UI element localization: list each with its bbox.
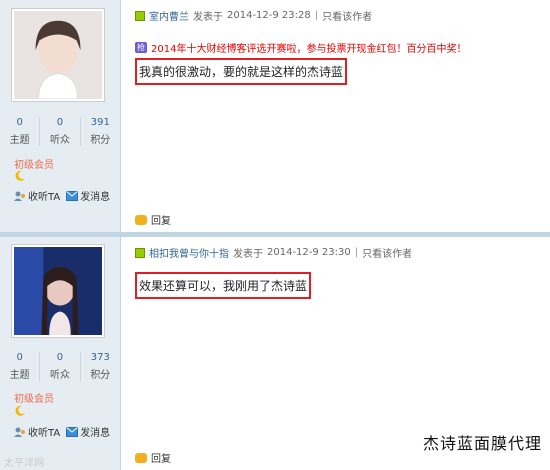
stat-value: 0 [16,117,23,128]
separator: | [354,247,359,258]
view-author-only-link[interactable]: 只看该作者 [362,245,412,260]
avatar[interactable] [11,8,105,102]
stat-value: 0 [56,352,64,363]
user-rank[interactable]: 初级会员 [14,156,54,171]
stat-label: 主题 [9,135,30,146]
envelope-icon [66,426,79,437]
author-sidebar: 0 主题 0 听众 391 积分 初级会员 收听TA 发消息 [0,0,121,232]
posted-label: 发表于 [193,12,223,23]
follow-button[interactable]: 收听TA [14,188,60,203]
moon-icon [15,405,25,416]
stat-label: 积分 [90,135,111,146]
post-message: 我真的很激动，要的就是这样的杰诗蓝 [135,58,348,85]
avatar[interactable] [11,244,105,338]
stat-label: 积分 [90,370,111,381]
stat-value: 0 [56,117,64,128]
post-date: 2014-12-9 23:30 [267,247,351,258]
post-content: 室内曹兰 发表于 2014-12-9 23:28 | 只看该作者 抢 2014年… [121,0,550,232]
stat-label: 主题 [9,370,30,381]
send-message-button[interactable]: 发消息 [66,424,110,439]
reply-label: 回复 [151,454,171,465]
reply-icon [135,214,147,225]
stat-points[interactable]: 391 积分 [79,117,120,146]
reply-button[interactable]: 回复 [135,450,171,465]
promo-badge: 抢 [135,42,147,53]
stat-label: 听众 [49,370,70,381]
author-actions: 收听TA 发消息 [14,424,110,439]
stat-value: 0 [16,352,23,363]
author-name[interactable]: 相扣我曾与你十指 [149,245,229,260]
send-message-button[interactable]: 发消息 [66,188,110,203]
send-message-label: 发消息 [80,192,111,203]
envelope-icon [66,190,79,201]
post-date: 2014-12-9 23:28 [227,10,311,21]
follow-icon [14,427,25,437]
view-author-only-link[interactable]: 只看该作者 [322,8,372,23]
follow-icon [14,191,25,201]
stat-topics[interactable]: 0 主题 [0,352,39,381]
user-online-icon [135,10,145,21]
avatar-image [14,247,102,335]
avatar-image [14,11,102,99]
post-1: 0 主题 0 听众 391 积分 初级会员 收听TA 发消息 室内曹兰 发表于 … [0,0,550,232]
stat-value: 373 [90,352,110,363]
user-rank[interactable]: 初级会员 [14,390,54,405]
user-online-icon [135,247,145,258]
separator: | [314,10,319,21]
watermark-left: 太平洋网 [4,458,44,469]
follow-button[interactable]: 收听TA [14,424,60,439]
author-name[interactable]: 室内曹兰 [149,8,189,23]
promo-text: 2014年十大财经博客评选开赛啦，参与投票开现金红包！百分百中奖！ [151,44,467,55]
reply-label: 回复 [151,216,171,227]
promo-banner[interactable]: 抢 2014年十大财经博客评选开赛啦，参与投票开现金红包！百分百中奖！ [135,40,466,55]
moon-icon [15,170,25,181]
follow-label: 收听TA [28,192,61,203]
watermark-right: 杰诗蓝面膜代理 [422,434,542,453]
post-header: 相扣我曾与你十指 发表于 2014-12-9 23:30 | 只看该作者 [135,245,412,260]
reply-button[interactable]: 回复 [135,212,171,227]
author-actions: 收听TA 发消息 [14,188,110,203]
stat-listeners[interactable]: 0 听众 [39,117,79,146]
send-message-label: 发消息 [80,428,111,439]
author-stats: 0 主题 0 听众 391 积分 [0,117,120,146]
stat-topics[interactable]: 0 主题 [0,117,39,146]
stat-label: 听众 [49,135,70,146]
author-stats: 0 主题 0 听众 373 积分 [0,352,120,381]
follow-label: 收听TA [28,428,61,439]
post-message: 效果还算可以，我刚用了杰诗蓝 [135,272,312,299]
reply-icon [135,452,147,463]
author-sidebar: 0 主题 0 听众 373 积分 初级会员 收听TA 发消息 [0,237,121,470]
stat-points[interactable]: 373 积分 [79,352,120,381]
stat-listeners[interactable]: 0 听众 [39,352,79,381]
post-header: 室内曹兰 发表于 2014-12-9 23:28 | 只看该作者 [135,8,372,23]
posted-label: 发表于 [233,249,263,260]
stat-value: 391 [90,117,110,128]
